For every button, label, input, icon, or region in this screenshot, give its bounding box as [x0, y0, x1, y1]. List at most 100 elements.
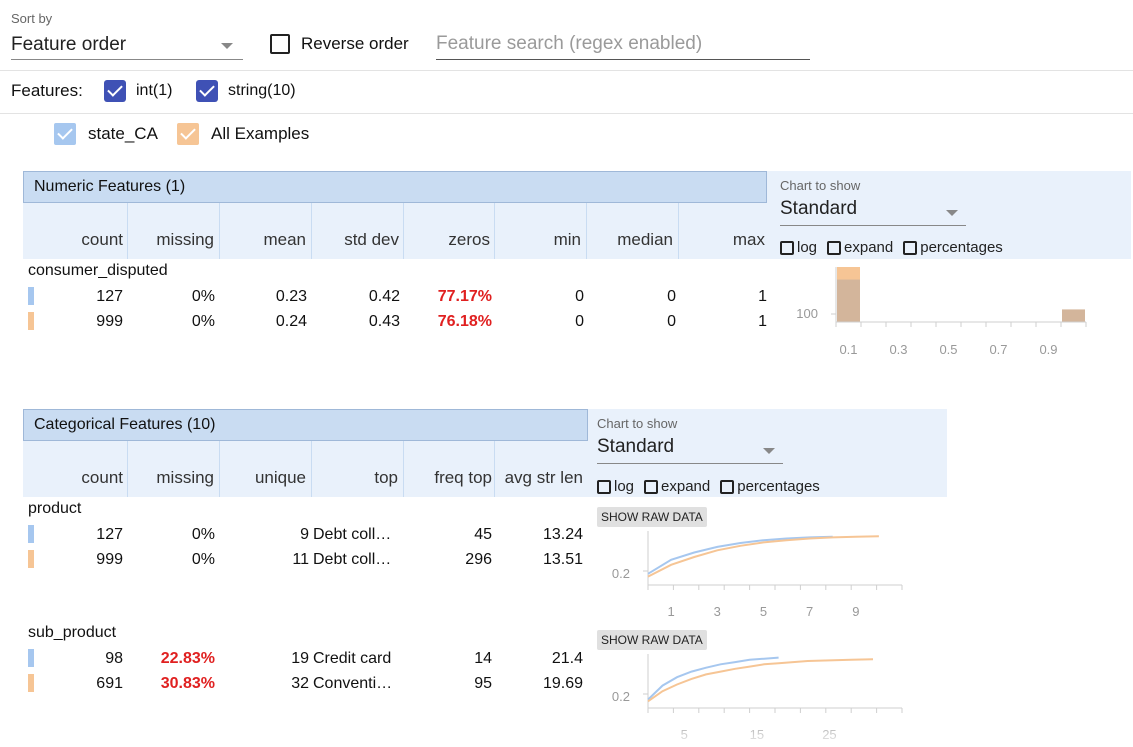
- checkbox-icon: [597, 479, 611, 494]
- column-header-max[interactable]: max: [678, 230, 765, 250]
- x-tick-label: 25: [822, 727, 836, 742]
- cell-median: 0: [667, 288, 676, 305]
- chart-to-show-label: Chart to show: [597, 416, 678, 431]
- checkbox-checked-icon: [54, 123, 76, 145]
- checkbox-icon: [903, 240, 918, 255]
- column-header-avg-str-len[interactable]: avg str len: [494, 468, 583, 488]
- feature-filter-label: int(1): [136, 82, 173, 99]
- log-checkbox[interactable]: log: [780, 239, 817, 256]
- cell-freq-top: 45: [474, 526, 492, 543]
- column-header-min[interactable]: min: [494, 230, 581, 250]
- chart-type-dropdown[interactable]: Standard: [597, 436, 783, 464]
- cell-min: 0: [575, 288, 584, 305]
- log-label: log: [797, 239, 818, 256]
- column-header-unique[interactable]: unique: [219, 468, 306, 488]
- cell-avg-str-len: 13.24: [542, 526, 583, 543]
- cell-max: 1: [758, 313, 767, 330]
- cell-avg-str-len: 21.4: [551, 650, 583, 667]
- percentages-label: percentages: [920, 239, 1003, 256]
- y-tick-label: 0.2: [612, 566, 630, 581]
- cell-count: 999: [96, 313, 123, 330]
- cell-avg-str-len: 13.51: [542, 551, 583, 568]
- feature-filter-string[interactable]: string(10): [196, 80, 296, 102]
- cell-min: 0: [575, 313, 584, 330]
- show-raw-data-button[interactable]: SHOW RAW DATA: [597, 507, 707, 527]
- cell-missing: 22.83%: [160, 650, 215, 667]
- expand-checkbox[interactable]: expand: [827, 239, 893, 256]
- checkbox-icon: [827, 240, 842, 255]
- y-tick-label: 100: [796, 306, 818, 321]
- toolbar: Sort by Feature order Reverse order: [0, 0, 1133, 71]
- feature-search: [436, 30, 810, 60]
- dataset-label: state_CA: [88, 124, 158, 143]
- sort-by-label: Sort by: [11, 11, 53, 26]
- checkbox-icon: [270, 34, 290, 54]
- expand-label: expand: [844, 239, 894, 256]
- features-label: Features:: [11, 81, 83, 100]
- column-header-freq-top[interactable]: freq top: [403, 468, 492, 488]
- x-tick-label: 0.7: [989, 342, 1007, 357]
- sort-by-value: Feature order: [11, 34, 127, 55]
- cell-avg-str-len: 19.69: [542, 675, 583, 692]
- feature-name: sub_product: [28, 624, 117, 641]
- cell-freq-top: 14: [474, 650, 492, 667]
- feature-search-input[interactable]: [436, 30, 810, 58]
- percentages-checkbox[interactable]: percentages: [903, 239, 1003, 256]
- feature-filter-label: string(10): [228, 82, 296, 99]
- percentages-checkbox[interactable]: percentages: [720, 478, 820, 495]
- consumer-disputed-histogram: 100 0.1 0.3 0.5 0.7 0.9: [796, 267, 1087, 357]
- cell-count: 127: [96, 288, 123, 305]
- log-label: log: [614, 478, 635, 495]
- column-header-mean[interactable]: mean: [219, 230, 306, 250]
- expand-checkbox[interactable]: expand: [644, 478, 710, 495]
- cell-mean: 0.23: [275, 288, 307, 305]
- show-raw-data-button[interactable]: SHOW RAW DATA: [597, 630, 707, 650]
- chevron-down-icon: [221, 43, 233, 49]
- cell-median: 0: [667, 313, 676, 330]
- column-header-std-dev[interactable]: std dev: [311, 230, 399, 250]
- cell-count: 98: [105, 650, 123, 667]
- column-header-missing[interactable]: missing: [127, 468, 214, 488]
- categorical-features-title: Categorical Features (10): [23, 409, 588, 441]
- cell-max: 1: [758, 288, 767, 305]
- cell-top: Debt coll…: [313, 551, 392, 568]
- numeric-features-title: Numeric Features (1): [23, 171, 767, 203]
- column-header-top[interactable]: top: [311, 468, 398, 488]
- sort-by-dropdown[interactable]: Feature order: [11, 32, 243, 60]
- cell-top: Credit card: [313, 650, 392, 667]
- dataset-toggle-state-ca[interactable]: state_CA: [54, 123, 158, 145]
- checkbox-icon: [780, 240, 794, 255]
- column-header-zeros[interactable]: zeros: [403, 230, 490, 250]
- column-header-median[interactable]: median: [586, 230, 673, 250]
- chart-type-value: Standard: [780, 198, 858, 219]
- checkbox-checked-icon: [196, 80, 218, 102]
- reverse-order-checkbox[interactable]: Reverse order: [270, 32, 409, 56]
- histogram-bar: [1062, 309, 1085, 322]
- expand-label: expand: [661, 478, 711, 495]
- y-tick-label: 0.2: [612, 689, 630, 704]
- chart-type-dropdown[interactable]: Standard: [780, 198, 966, 226]
- column-header-count[interactable]: count: [30, 468, 123, 488]
- percentages-label: percentages: [737, 478, 820, 495]
- sub-product-cdf-chart: 0.2 5 15 25: [612, 654, 903, 742]
- checkbox-checked-icon: [177, 123, 199, 145]
- feature-name: consumer_disputed: [28, 262, 168, 279]
- feature-filter-int[interactable]: int(1): [104, 80, 172, 102]
- cell-unique: 11: [292, 551, 309, 568]
- cdf-series-line: [647, 535, 833, 575]
- column-header-count[interactable]: count: [30, 230, 123, 250]
- dataset-toggle-all-examples[interactable]: All Examples: [177, 123, 309, 145]
- categorical-chart-panel: Chart to show Standard log expand percen…: [588, 409, 947, 497]
- cell-count: 999: [96, 551, 123, 568]
- log-checkbox[interactable]: log: [597, 478, 634, 495]
- chart-options: log expand percentages: [597, 478, 830, 495]
- cell-zeros: 76.18%: [437, 313, 492, 330]
- cell-missing: 0%: [191, 313, 215, 330]
- x-tick-label: 3: [714, 604, 721, 619]
- cell-count: 127: [96, 526, 123, 543]
- x-tick-label: 0.3: [889, 342, 907, 357]
- column-header-missing[interactable]: missing: [127, 230, 214, 250]
- x-tick-label: 0.5: [939, 342, 957, 357]
- cell-missing: 30.83%: [160, 675, 215, 692]
- cell-std-dev: 0.42: [368, 288, 400, 305]
